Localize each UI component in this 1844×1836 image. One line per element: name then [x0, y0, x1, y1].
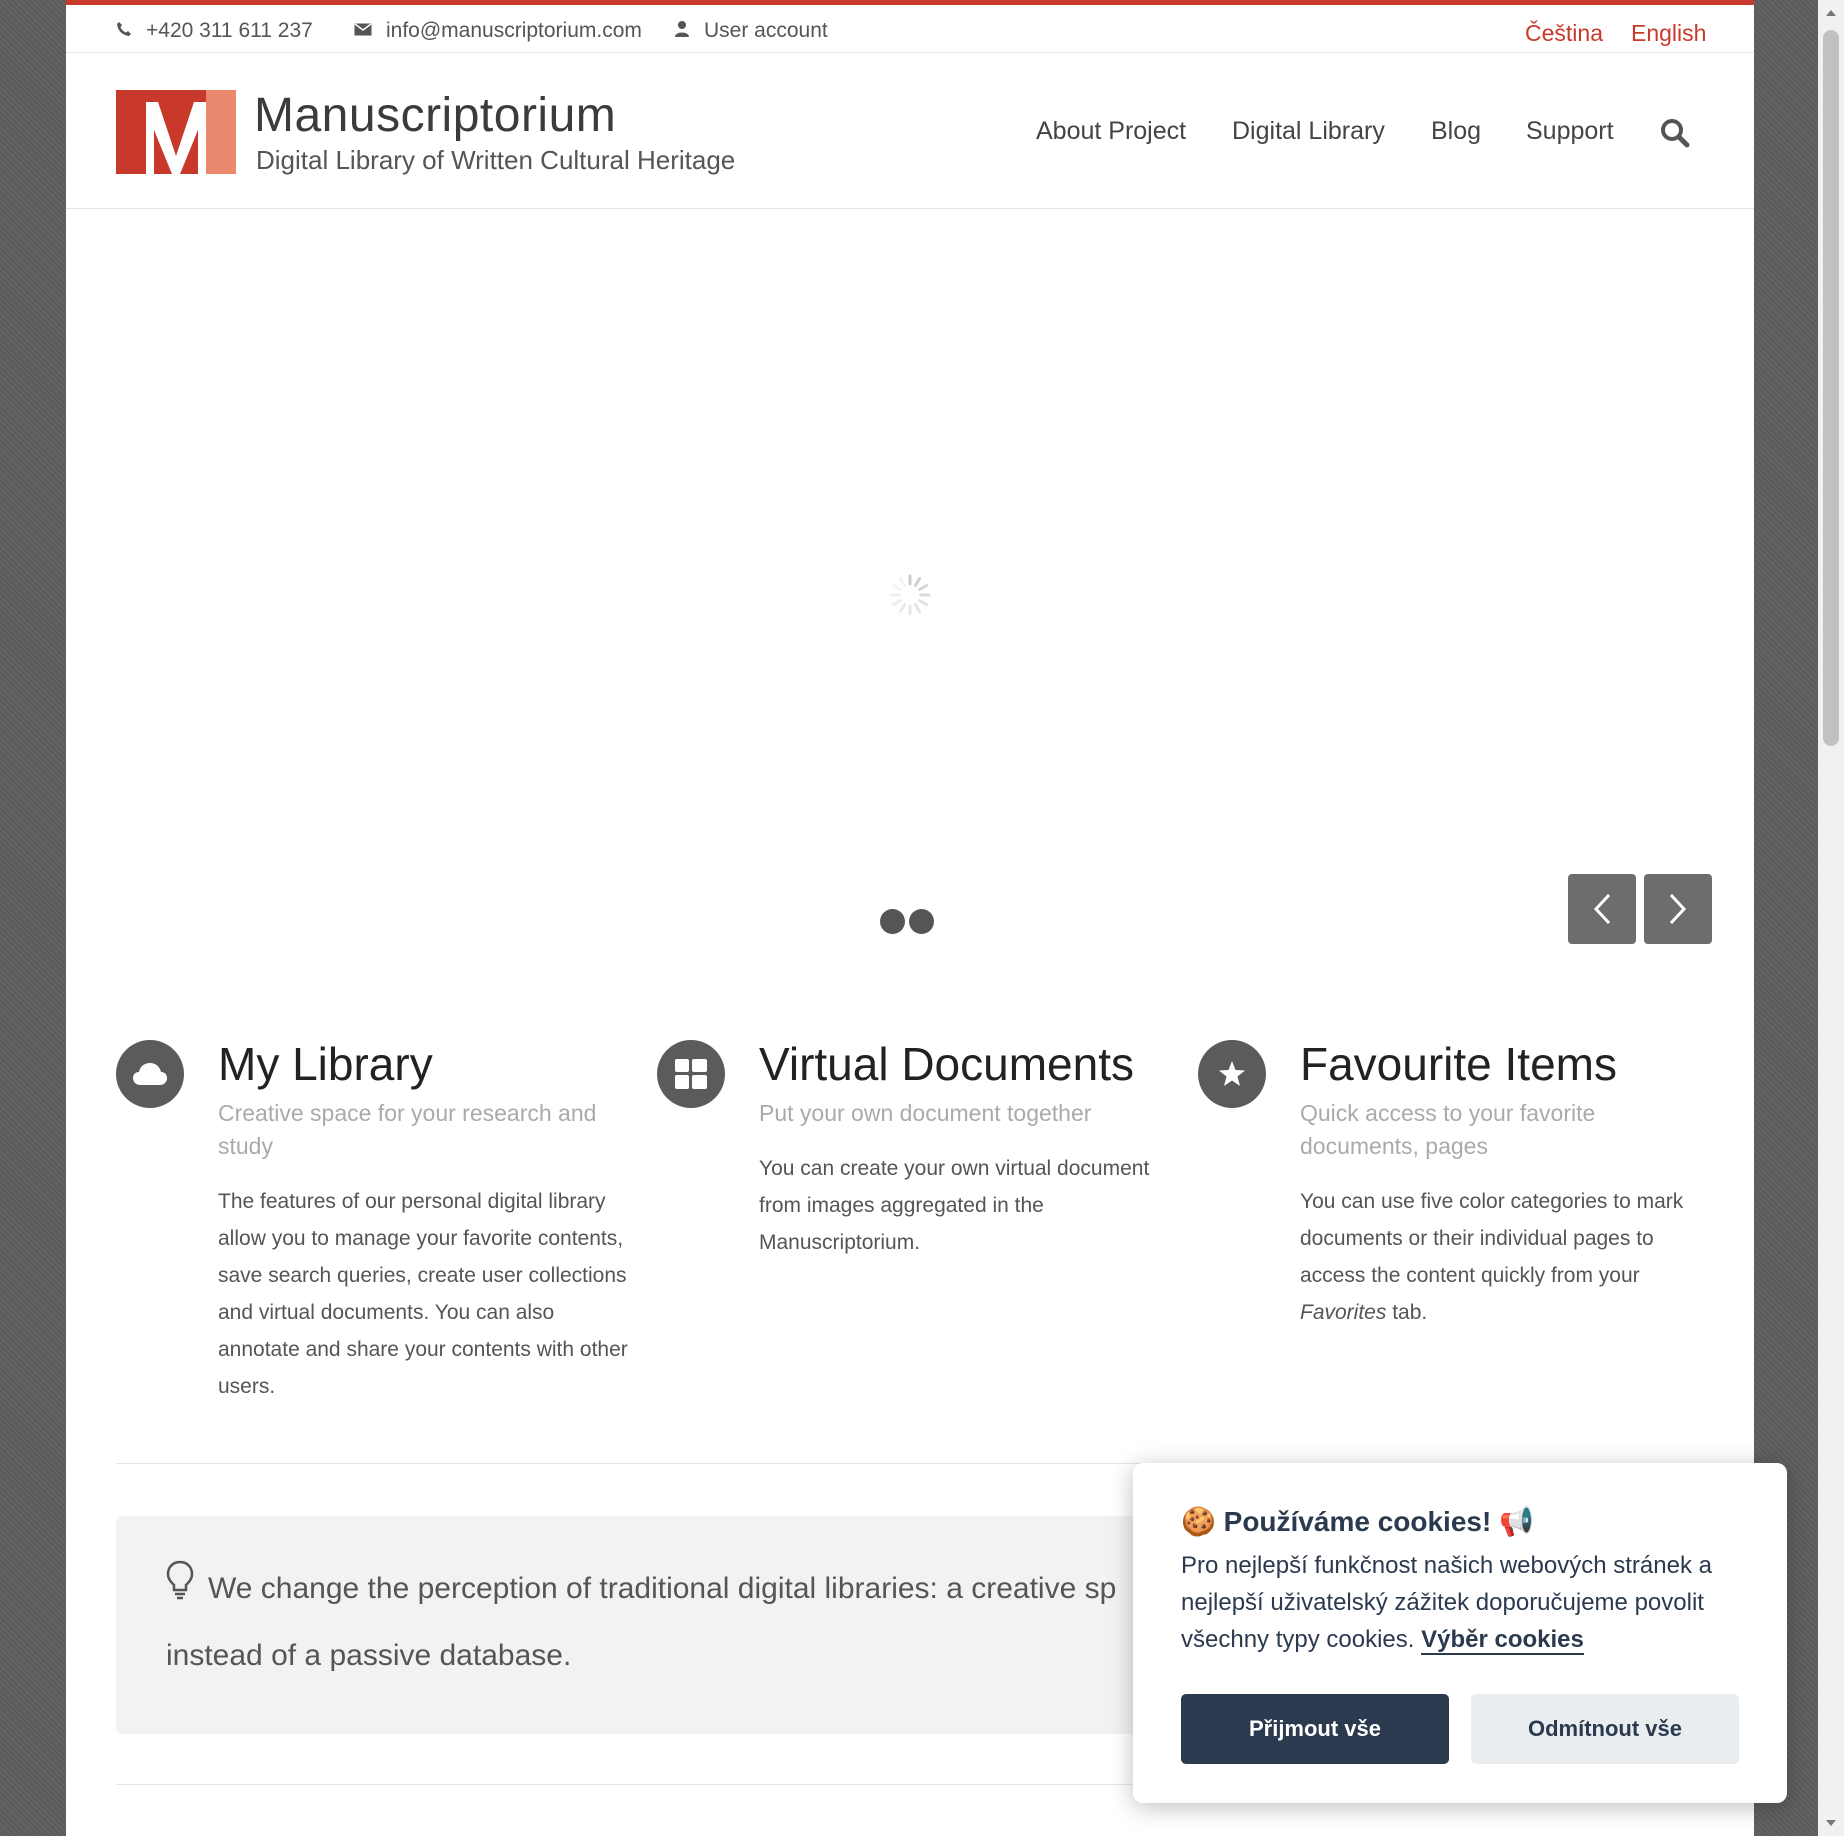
cookie-consent-dialog: 🍪 Používáme cookies! 📢 Pro nejlepší funk…: [1133, 1463, 1787, 1803]
brand-tagline: Digital Library of Written Cultural Heri…: [256, 145, 736, 175]
cookie-title: 🍪 Používáme cookies! 📢: [1181, 1506, 1534, 1537]
language-czech[interactable]: Čeština: [1525, 20, 1603, 47]
email-address: info@manuscriptorium.com: [386, 19, 642, 42]
feature-description: The features of our personal digital lib…: [218, 1190, 628, 1398]
feature-description: You can create your own virtual document…: [759, 1157, 1150, 1254]
feature-title[interactable]: My Library: [218, 1039, 628, 1089]
logo-mark[interactable]: [116, 90, 236, 174]
feature-description-part: You can use five color categories to mar…: [1300, 1190, 1684, 1287]
scroll-up-arrow-icon[interactable]: [1826, 10, 1836, 16]
feature-title[interactable]: Virtual Documents: [759, 1039, 1169, 1089]
feature-description-part: tab.: [1386, 1301, 1428, 1324]
loading-spinner-icon: [888, 573, 932, 617]
top-bar: +420 311 611 237 info@manuscriptorium.co…: [66, 5, 1754, 53]
star-icon: [1198, 1040, 1266, 1108]
feature-subtitle: Quick access to your favorite documents,…: [1300, 1100, 1596, 1159]
chevron-left-icon: [1593, 893, 1611, 925]
chevron-right-icon: [1669, 893, 1687, 925]
user-account-label: User account: [704, 19, 828, 42]
phone-number: +420 311 611 237: [146, 19, 313, 42]
envelope-icon: [354, 21, 372, 41]
reject-all-cookies-button[interactable]: Odmítnout vše: [1471, 1694, 1739, 1764]
hero-slider: [66, 209, 1754, 979]
mission-quote-line-2: instead of a passive database.: [166, 1638, 572, 1672]
user-account-link[interactable]: User account: [674, 19, 828, 43]
phone-icon: [116, 21, 132, 42]
user-icon: [674, 20, 690, 43]
feature-subtitle: Creative space for your research and stu…: [218, 1100, 597, 1159]
slider-dot-2[interactable]: [909, 909, 934, 934]
accept-all-cookies-button[interactable]: Přijmout vše: [1181, 1694, 1449, 1764]
feature-title[interactable]: Favourite Items: [1300, 1039, 1710, 1089]
feature-description: You can use five color categories to mar…: [1300, 1183, 1710, 1331]
slider-dot-1[interactable]: [880, 909, 905, 934]
brand-name[interactable]: Manuscriptorium: [254, 88, 616, 143]
nav-blog[interactable]: Blog: [1431, 117, 1481, 146]
mission-quote-line-1: We change the perception of traditional …: [208, 1572, 1117, 1605]
scroll-down-arrow-icon[interactable]: [1826, 1820, 1836, 1826]
email-link[interactable]: info@manuscriptorium.com: [354, 19, 642, 43]
phone-link[interactable]: +420 311 611 237: [116, 19, 313, 43]
scrollbar-thumb[interactable]: [1823, 30, 1839, 746]
nav-about-project[interactable]: About Project: [1036, 117, 1186, 146]
site-header: Manuscriptorium Digital Library of Writt…: [66, 52, 1754, 209]
feature-subtitle: Put your own document together: [759, 1100, 1092, 1126]
slider-next-button[interactable]: [1644, 874, 1712, 944]
slider-pagination: [880, 909, 934, 934]
nav-digital-library[interactable]: Digital Library: [1232, 117, 1385, 146]
lightbulb-icon: [166, 1558, 194, 1623]
search-icon[interactable]: [1660, 118, 1690, 148]
nav-support[interactable]: Support: [1526, 117, 1614, 146]
cookie-text: Pro nejlepší funkčnost našich webových s…: [1181, 1547, 1741, 1658]
grid-icon: [657, 1040, 725, 1108]
cloud-icon: [116, 1040, 184, 1108]
favorites-tab-name: Favorites: [1300, 1301, 1387, 1324]
cookie-settings-link[interactable]: Výběr cookies: [1421, 1626, 1584, 1655]
language-english[interactable]: English: [1631, 20, 1706, 47]
page-scrollbar[interactable]: [1818, 0, 1844, 1836]
slider-prev-button[interactable]: [1568, 874, 1636, 944]
